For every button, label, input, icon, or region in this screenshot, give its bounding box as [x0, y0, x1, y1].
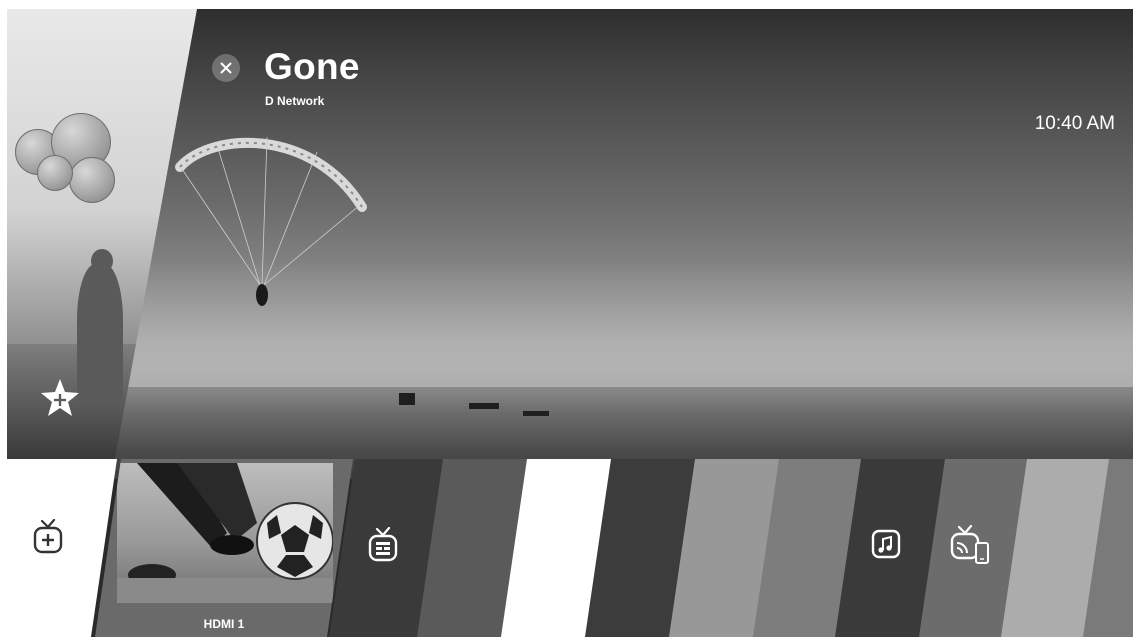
person-silhouette: [77, 264, 123, 404]
balloon: [69, 157, 115, 203]
star-add-icon: [41, 379, 79, 416]
close-icon: [220, 62, 232, 74]
person-head: [91, 249, 113, 273]
music-icon: [871, 529, 901, 559]
live-tv-background: Gone D Network 10:40 AM HDMI 1: [7, 9, 1133, 637]
screen-share-icon: [949, 525, 995, 567]
add-tv-icon: [33, 519, 63, 554]
live-tv-icon: [367, 527, 399, 563]
paraglider-image: [175, 136, 367, 306]
building: [399, 393, 415, 405]
soccer-image: [117, 463, 333, 603]
hdmi1-label: HDMI 1: [203, 617, 245, 631]
close-button[interactable]: [212, 54, 240, 82]
tv-screen: Gone D Network 10:40 AM HDMI 1: [0, 0, 1133, 642]
balloon: [37, 155, 73, 191]
add-favorite-button[interactable]: [39, 377, 81, 419]
building: [523, 411, 549, 416]
network-name: D Network: [265, 94, 325, 108]
program-title: Gone: [264, 46, 360, 87]
clock: 10:40 AM: [1034, 113, 1115, 134]
hdmi1-preview: [117, 463, 333, 603]
building: [469, 403, 499, 409]
launcher-bar: HDMI 1: [7, 459, 1133, 637]
hdmi1-tile[interactable]: HDMI 1: [95, 459, 353, 637]
